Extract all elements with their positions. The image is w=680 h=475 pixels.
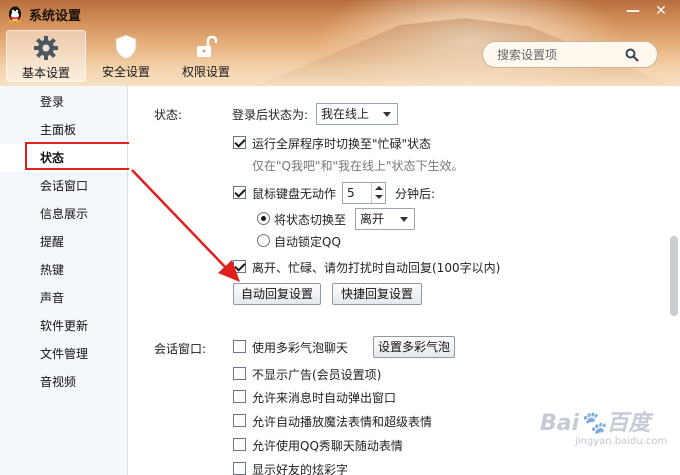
chevron-down-icon — [383, 112, 391, 117]
chat-section-label: 会话窗口: — [154, 342, 207, 356]
idle-minutes-value: 5 — [347, 186, 355, 200]
idle-minutes-suffix: 分钟后: — [395, 187, 436, 201]
idle-lock-label: 自动锁定QQ — [274, 235, 341, 249]
colorful-bubble-label: 使用多彩气泡聊天 — [252, 341, 349, 355]
idle-label: 鼠标键盘无动作 — [252, 187, 337, 201]
close-button[interactable]: ✕ — [650, 2, 672, 20]
after-login-status-value: 我在线上 — [321, 107, 370, 121]
window-title: 系统设置 — [29, 8, 82, 24]
idle-switch-status-value: 离开 — [360, 212, 385, 226]
baidu-watermark: Bai🐾百度 — [540, 411, 651, 436]
stepper-down-arrow-icon[interactable] — [372, 193, 385, 203]
minimize-button[interactable]: — — [622, 2, 644, 20]
after-login-status-label: 登录后状态为: — [232, 108, 309, 122]
idle-minutes-stepper[interactable]: 5 — [342, 182, 386, 204]
sidebar-item-chat-window[interactable]: 会话窗口 — [0, 172, 127, 200]
qq-show-emoji-checkbox[interactable] — [233, 438, 246, 451]
idle-checkbox[interactable] — [233, 186, 246, 199]
tab-security-settings-label: 安全设置 — [101, 65, 150, 79]
tab-basic-settings-label: 基本设置 — [21, 66, 70, 80]
stepper-buttons — [371, 183, 385, 203]
title-bar: 系统设置 — [6, 4, 81, 24]
after-login-status-select[interactable]: 我在线上 — [316, 103, 398, 125]
shield-icon — [115, 34, 137, 60]
search-input[interactable] — [497, 47, 627, 62]
scrollbar-thumb[interactable] — [670, 236, 678, 316]
auto-reply-label: 离开、忙碌、请勿打扰时自动回复(100字以内) — [252, 261, 501, 275]
qq-show-emoji-label: 允许使用QQ秀聊天随动表情 — [252, 439, 403, 453]
search-box[interactable] — [482, 41, 658, 68]
idle-switch-radio[interactable] — [257, 212, 270, 225]
search-icon[interactable] — [625, 48, 639, 62]
idle-lock-radio[interactable] — [257, 234, 270, 247]
header-banner: 系统设置 — ✕ 基本设置 安全设置 权限设置 搜索设置项 — [0, 0, 680, 88]
stepper-up-arrow-icon[interactable] — [372, 183, 385, 193]
sidebar-item-hotkeys[interactable]: 热键 — [0, 256, 127, 284]
fullscreen-busy-checkbox[interactable] — [233, 136, 246, 149]
unlock-icon — [197, 35, 218, 57]
idle-switch-label: 将状态切换至 — [274, 213, 347, 227]
tab-basic-settings[interactable]: 基本设置 — [6, 30, 86, 82]
fullscreen-busy-label: 运行全屏程序时切换至"忙碌"状态 — [252, 137, 432, 151]
sidebar-item-software-update[interactable]: 软件更新 — [0, 312, 127, 340]
sidebar-item-file-management[interactable]: 文件管理 — [0, 340, 127, 368]
baidu-watermark-url: jingyan.baidu.com — [575, 436, 668, 447]
sidebar-item-main-panel[interactable]: 主面板 — [0, 116, 127, 144]
auto-reply-settings-button[interactable]: 自动回复设置 — [233, 283, 321, 305]
idle-switch-status-select[interactable]: 离开 — [355, 208, 415, 230]
auto-popup-checkbox[interactable] — [233, 390, 246, 403]
chevron-down-icon — [400, 217, 408, 222]
quick-reply-settings-button[interactable]: 快捷回复设置 — [332, 283, 422, 305]
magic-emoji-label: 允许自动播放魔法表情和超级表情 — [252, 415, 433, 429]
hide-ads-label: 不显示广告(会员设置项) — [252, 368, 382, 382]
sidebar-item-sound[interactable]: 声音 — [0, 284, 127, 312]
hide-ads-checkbox[interactable] — [233, 367, 246, 380]
colorful-bubble-checkbox[interactable] — [233, 340, 246, 353]
tab-permission-settings-label: 权限设置 — [181, 65, 230, 79]
sidebar-item-audio-video[interactable]: 音视频 — [0, 368, 127, 396]
sidebar-item-reminder[interactable]: 提醒 — [0, 228, 127, 256]
auto-popup-label: 允许来消息时自动弹出窗口 — [252, 391, 397, 405]
tab-permission-settings[interactable]: 权限设置 — [166, 30, 246, 82]
annotation-highlight-box — [25, 142, 131, 170]
auto-reply-checkbox[interactable] — [233, 260, 246, 273]
top-tabs: 基本设置 安全设置 权限设置 — [6, 30, 246, 82]
bubble-settings-button[interactable]: 设置多彩气泡 — [373, 336, 455, 358]
sidebar-item-info-display[interactable]: 信息展示 — [0, 200, 127, 228]
gear-icon — [34, 36, 58, 60]
tab-security-settings[interactable]: 安全设置 — [86, 30, 166, 82]
status-section-label: 状态: — [154, 108, 183, 122]
colorful-text-checkbox[interactable] — [233, 462, 246, 475]
settings-window: 系统设置 — ✕ 基本设置 安全设置 权限设置 搜索设置项 登录 主面板 状态 … — [0, 0, 680, 475]
qq-penguin-icon — [9, 6, 21, 23]
sidebar-item-login[interactable]: 登录 — [0, 88, 127, 116]
magic-emoji-checkbox[interactable] — [233, 414, 246, 427]
fullscreen-busy-hint: 仅在"Q我吧"和"我在线上"状态下生效。 — [252, 159, 464, 173]
window-controls: — ✕ — [622, 2, 672, 20]
colorful-text-label: 显示好友的炫彩字 — [252, 463, 349, 475]
